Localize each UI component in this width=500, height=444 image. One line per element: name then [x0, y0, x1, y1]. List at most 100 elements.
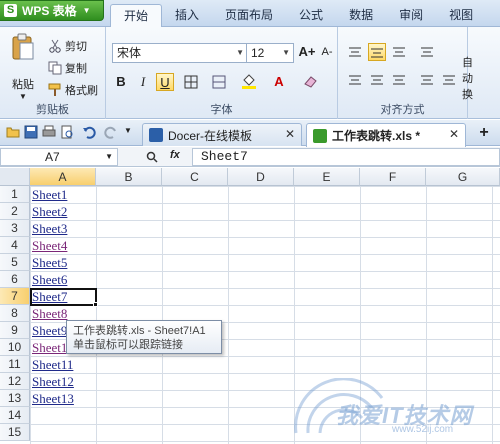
auto-wrap-button[interactable]: 自动换 [462, 57, 473, 101]
hyperlink-cell[interactable]: Sheet5 [32, 254, 96, 271]
shrink-font-button[interactable]: A- [318, 43, 336, 61]
merge-button[interactable] [210, 73, 228, 91]
row-header-6[interactable]: 6 [0, 271, 30, 288]
menu-tab[interactable]: 插入 [162, 4, 212, 27]
font-color-button[interactable]: A [270, 73, 288, 91]
row-header-2[interactable]: 2 [0, 203, 30, 220]
cut-label: 剪切 [65, 41, 87, 53]
folder-open-icon[interactable] [6, 125, 20, 139]
hyperlink-cell[interactable]: Sheet12 [32, 373, 96, 390]
column-header-e[interactable]: E [294, 168, 360, 186]
justify-button[interactable] [418, 71, 436, 89]
menu-tab[interactable]: 公式 [286, 4, 336, 27]
row-header-9[interactable]: 9 [0, 322, 30, 339]
clear-format-button[interactable] [302, 73, 320, 91]
font-size-value: 12 [251, 46, 265, 60]
row-header-10[interactable]: 10 [0, 339, 30, 356]
menu-tabs: 开始 插入 页面布局 公式 数据 审阅 视图 [110, 4, 486, 28]
column-header-g[interactable]: G [426, 168, 500, 186]
doc-tab-docer[interactable]: Docer-在线模板 ✕ [142, 123, 302, 146]
align-top-button[interactable] [346, 43, 364, 61]
row-header-14[interactable]: 14 [0, 407, 30, 424]
column-header-d[interactable]: D [228, 168, 294, 186]
align-left-button[interactable] [346, 71, 364, 89]
save-icon[interactable] [24, 125, 38, 139]
row-header-15[interactable]: 15 [0, 424, 30, 441]
fill-handle[interactable] [93, 302, 98, 307]
column-header-b[interactable]: B [96, 168, 162, 186]
menu-tab[interactable]: 开始 [110, 4, 163, 28]
row-header-12[interactable]: 12 [0, 373, 30, 390]
menu-tab[interactable]: 视图 [436, 4, 486, 27]
align-left-icon [349, 75, 361, 85]
insert-function-button[interactable]: fx [170, 149, 180, 161]
chevron-down-icon: ▼ [282, 48, 290, 57]
new-tab-button[interactable]: + [472, 124, 496, 144]
formula-input[interactable]: Sheet7 [192, 148, 500, 166]
select-all-corner[interactable] [0, 168, 30, 186]
print-icon[interactable] [42, 125, 56, 139]
doc-tab-workbook[interactable]: 工作表跳转.xls * ✕ [306, 123, 466, 147]
undo-icon[interactable] [82, 125, 96, 139]
row-header-8[interactable]: 8 [0, 305, 30, 322]
doc-tab-label: 工作表跳转.xls * [332, 129, 421, 143]
paste-button[interactable]: 粘贴 ▼ [8, 33, 38, 105]
hyperlink-cell[interactable]: Sheet13 [32, 390, 96, 407]
menu-tab[interactable]: 数据 [336, 4, 386, 27]
font-size-select[interactable]: 12 ▼ [246, 43, 294, 63]
distributed-button[interactable] [440, 71, 458, 89]
bold-button[interactable]: B [112, 73, 130, 91]
column-header-c[interactable]: C [162, 168, 228, 186]
underline-button[interactable]: U [156, 73, 174, 91]
menu-tab[interactable]: 页面布局 [212, 4, 286, 27]
fill-color-button[interactable] [240, 73, 258, 91]
hyperlink-cell[interactable]: Sheet1 [32, 186, 96, 203]
hyperlink-cell[interactable]: Sheet2 [32, 203, 96, 220]
align-bottom-icon [393, 47, 405, 57]
row-header-7[interactable]: 7 [0, 288, 30, 305]
row-header-5[interactable]: 5 [0, 254, 30, 271]
chevron-down-icon[interactable]: ▼ [124, 126, 132, 135]
row-header-11[interactable]: 11 [0, 356, 30, 373]
align-center-icon [371, 75, 383, 85]
cut-button[interactable]: 剪切 [48, 37, 87, 55]
app-menu-button[interactable]: S WPS 表格 ▼ [0, 0, 104, 21]
row-header-13[interactable]: 13 [0, 390, 30, 407]
redo-icon[interactable] [104, 125, 118, 139]
row-header-4[interactable]: 4 [0, 237, 30, 254]
grow-font-button[interactable]: A+ [298, 43, 316, 61]
row-header-3[interactable]: 3 [0, 220, 30, 237]
format-painter-button[interactable]: 格式刷 [48, 81, 98, 99]
close-icon[interactable]: ✕ [285, 127, 295, 141]
tooltip-line-2: 单击鼠标可以跟踪链接 [73, 339, 183, 351]
font-name-select[interactable]: 宋体 ▼ [112, 43, 248, 63]
column-header-f[interactable]: F [360, 168, 426, 186]
hyperlink-cell[interactable]: Sheet3 [32, 220, 96, 237]
auto-wrap-label: 自动换 [462, 57, 473, 101]
paste-label: 粘贴 [12, 79, 34, 91]
tooltip-line-1: 工作表跳转.xls - Sheet7!A1 [73, 325, 206, 337]
text-direction-button[interactable] [418, 43, 436, 61]
hyperlink-cell[interactable]: Sheet6 [32, 271, 96, 288]
italic-button[interactable]: I [134, 73, 152, 91]
alignment-group-label: 对齐方式 [380, 104, 425, 116]
borders-button[interactable] [182, 73, 200, 91]
align-center-button[interactable] [368, 71, 386, 89]
zoom-icon[interactable] [146, 151, 158, 163]
menu-tab[interactable]: 审阅 [386, 4, 436, 27]
name-box[interactable]: A7 ▼ [0, 148, 118, 166]
close-icon[interactable]: ✕ [449, 127, 459, 141]
print-preview-icon[interactable] [60, 125, 74, 139]
align-right-button[interactable] [390, 71, 408, 89]
copy-button[interactable]: 复制 [48, 59, 87, 77]
align-bottom-button[interactable] [390, 43, 408, 61]
row-header-1[interactable]: 1 [0, 186, 30, 203]
chevron-down-icon[interactable]: ▼ [105, 149, 113, 165]
column-header-a[interactable]: A [30, 168, 96, 186]
align-middle-button[interactable] [368, 43, 386, 61]
active-cell-outline [30, 288, 97, 306]
menu-bar: S WPS 表格 ▼ 开始 插入 页面布局 公式 数据 审阅 视图 [0, 0, 500, 28]
hyperlink-cell[interactable]: Sheet4 [32, 237, 96, 254]
hyperlink-cell[interactable]: Sheet11 [32, 356, 96, 373]
borders-icon [184, 75, 198, 89]
